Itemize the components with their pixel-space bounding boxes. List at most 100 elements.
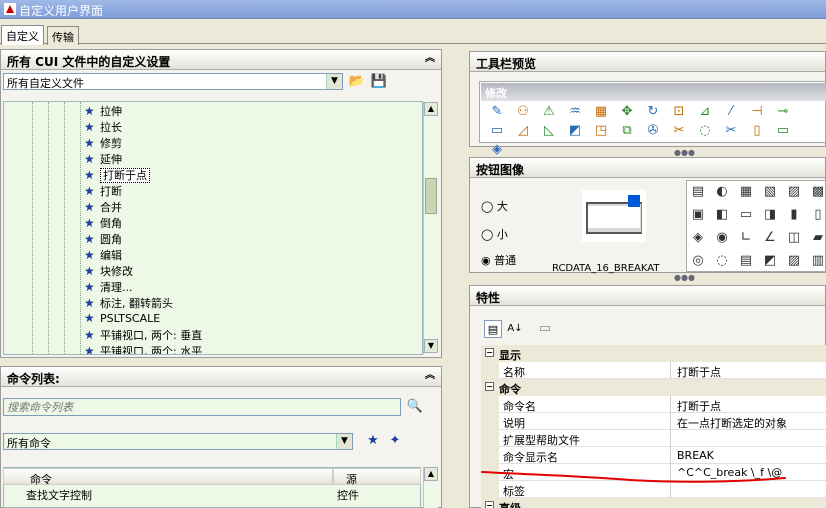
tree-item[interactable]: ★ 延伸 <box>84 151 122 167</box>
scale-icon[interactable]: ⊡ <box>670 103 688 121</box>
knife-icon[interactable]: ✂ <box>722 122 740 140</box>
tab-customize[interactable]: 自定义 <box>1 25 44 45</box>
table-row[interactable]: 查找文字控制 <box>26 487 92 503</box>
button-image-thumbnail-icon[interactable]: ◧ <box>713 206 731 224</box>
radio-normal[interactable]: ◉ 普通 <box>481 252 516 268</box>
property-row[interactable]: 说明 在一点打断选定的对象 <box>481 413 826 430</box>
offset-icon[interactable]: ♒ <box>566 103 584 121</box>
tree-item[interactable]: ★ 修剪 <box>84 135 122 151</box>
button-image-thumbnail-icon[interactable]: ◩ <box>761 252 779 270</box>
grip-icon[interactable]: ●●● <box>674 273 695 282</box>
scroll-down-icon[interactable]: ▼ <box>424 339 438 353</box>
extend-icon[interactable]: ⊸ <box>774 103 792 121</box>
array-icon[interactable]: ▦ <box>592 103 610 121</box>
tree-item[interactable]: ★ 标注, 翻转箭头 <box>84 295 173 311</box>
button-image-thumbnail-icon[interactable]: ▥ <box>809 252 825 270</box>
tree-item[interactable]: ★ 倒角 <box>84 215 122 231</box>
button-image-thumbnail-icon[interactable]: ◨ <box>761 206 779 224</box>
command-search-input[interactable] <box>3 398 401 416</box>
button-image-thumbnail-icon[interactable]: ◐ <box>713 183 731 201</box>
button-image-thumbnail-icon[interactable]: ▣ <box>689 206 707 224</box>
collapse-toggle-icon[interactable]: − <box>485 501 494 508</box>
mirror-icon[interactable]: ⚠ <box>540 103 558 121</box>
break-at-point-icon[interactable]: ▭ <box>488 122 506 140</box>
button-image-thumbnail-icon[interactable]: ▭ <box>737 206 755 224</box>
tree-item[interactable]: ★ 平铺视口, 两个: 水平 <box>84 343 202 354</box>
tree-item[interactable]: ★ PSLTSCALE <box>84 311 160 327</box>
tree-item[interactable]: ★ 编辑 <box>84 247 122 263</box>
button-image-grid[interactable]: ▤ ◐ ▦ ▧ ▨ ▩ ▣ ◧ ▭ ◨ ▮ ▯ ◈ ◉ ∟ ∠ ◫ ▰ ◎ ◌ ▤ ◩ ▨ ▥ <box>686 180 826 272</box>
join-icon[interactable]: ◺ <box>540 122 558 140</box>
rotate-icon[interactable]: ↻ <box>644 103 662 121</box>
tree-item[interactable]: ★ 打断 <box>84 183 122 199</box>
tree-item[interactable]: ★ 平铺视口, 两个: 垂直 <box>84 327 202 343</box>
alphabetical-icon[interactable]: A↓ <box>506 320 524 338</box>
property-value[interactable]: 打断于点 <box>673 362 826 379</box>
button-image-thumbnail-icon[interactable]: ▨ <box>785 183 803 201</box>
grip-icon[interactable]: ●●● <box>674 148 695 157</box>
explode-icon[interactable]: ✇ <box>644 122 662 140</box>
property-row[interactable]: 扩展型帮助文件 <box>481 430 826 447</box>
tree-item[interactable]: ★ 块修改 <box>84 263 133 279</box>
column-icon[interactable]: ▯ <box>748 122 766 140</box>
button-image-thumbnail-icon[interactable]: ▰ <box>809 229 825 247</box>
radio-small[interactable]: ◯ 小 <box>481 226 508 242</box>
save-icon[interactable]: 💾 <box>370 73 388 91</box>
button-image-thumbnail-icon[interactable]: ◉ <box>713 229 731 247</box>
property-row[interactable]: 名称 打断于点 <box>481 362 826 379</box>
tab-transfer[interactable]: 传输 <box>47 26 79 45</box>
erase-icon[interactable]: ✎ <box>488 103 506 121</box>
scroll-up-icon[interactable]: ▲ <box>424 467 438 481</box>
button-image-thumbnail-icon[interactable]: ▨ <box>785 252 803 270</box>
chamfer-icon[interactable]: ◩ <box>566 122 584 140</box>
button-image-thumbnail-icon[interactable]: ◈ <box>689 229 707 247</box>
collapse-toggle-icon[interactable]: − <box>485 382 494 391</box>
column-header-command[interactable]: 命令 <box>3 468 333 486</box>
collapse-toggle-icon[interactable]: − <box>485 348 494 357</box>
search-icon[interactable]: 🔍 <box>406 398 424 416</box>
tree-item[interactable]: ★ 合并 <box>84 199 122 215</box>
radio-large[interactable]: ◯ 大 <box>481 198 508 214</box>
property-pages-icon[interactable]: ▭ <box>536 320 554 338</box>
tree-item[interactable]: ★ 拉长 <box>84 119 122 135</box>
button-image-thumbnail-icon[interactable]: ▤ <box>689 183 707 201</box>
lengthen-icon[interactable]: ⁄ <box>722 103 740 121</box>
trim-icon[interactable]: ⊣ <box>748 103 766 121</box>
button-image-thumbnail-icon[interactable]: ∠ <box>761 229 779 247</box>
button-image-thumbnail-icon[interactable]: ∟ <box>737 229 755 247</box>
collapse-chevron-icon[interactable]: ︽ <box>423 369 437 383</box>
tree-item[interactable]: ★ 打断于点 <box>84 167 150 183</box>
command-list-scrollbar[interactable]: ▲ <box>423 467 438 508</box>
purge-icon[interactable]: ◌ <box>696 122 714 140</box>
property-row[interactable]: 命令名 打断于点 <box>481 396 826 413</box>
button-image-thumbnail-icon[interactable]: ▮ <box>785 206 803 224</box>
property-category[interactable]: − 命令 <box>481 379 826 396</box>
property-value[interactable]: 在一点打断选定的对象 <box>673 413 826 430</box>
property-value[interactable] <box>673 430 826 447</box>
tree-item[interactable]: ★ 圆角 <box>84 231 122 247</box>
property-category[interactable]: − 显示 <box>481 345 826 362</box>
button-image-thumbnail-icon[interactable]: ◎ <box>689 252 707 270</box>
button-image-thumbnail-icon[interactable]: ◌ <box>713 252 731 270</box>
button-image-thumbnail-icon[interactable]: ▯ <box>809 206 825 224</box>
copy-icon[interactable]: ⚇ <box>514 103 532 121</box>
categorized-icon[interactable]: ▤ <box>484 320 502 338</box>
button-image-thumbnail-icon[interactable]: ◫ <box>785 229 803 247</box>
edit-icon[interactable]: ⧉ <box>618 122 636 140</box>
fillet-icon[interactable]: ◳ <box>592 122 610 140</box>
tree-item[interactable]: ★ 清理... <box>84 279 133 295</box>
move-icon[interactable]: ✥ <box>618 103 636 121</box>
dropdown-arrow-icon[interactable]: ▼ <box>326 74 342 89</box>
break-icon[interactable]: ◿ <box>514 122 532 140</box>
tree-item[interactable]: ★ 拉伸 <box>84 103 122 119</box>
command-filter-combo[interactable]: 所有命令 ▼ <box>3 433 353 450</box>
stretch-icon[interactable]: ⊿ <box>696 103 714 121</box>
scroll-thumb[interactable] <box>425 178 437 214</box>
button-image-thumbnail-icon[interactable]: ▤ <box>737 252 755 270</box>
tree-scrollbar[interactable]: ▲ ▼ <box>423 102 438 354</box>
load-partial-cui-icon[interactable]: 📂 <box>348 73 366 91</box>
scroll-up-icon[interactable]: ▲ <box>424 102 438 116</box>
property-category[interactable]: −高级 <box>481 498 826 508</box>
row-icon[interactable]: ▭ <box>774 122 792 140</box>
dropdown-arrow-icon[interactable]: ▼ <box>336 434 352 449</box>
